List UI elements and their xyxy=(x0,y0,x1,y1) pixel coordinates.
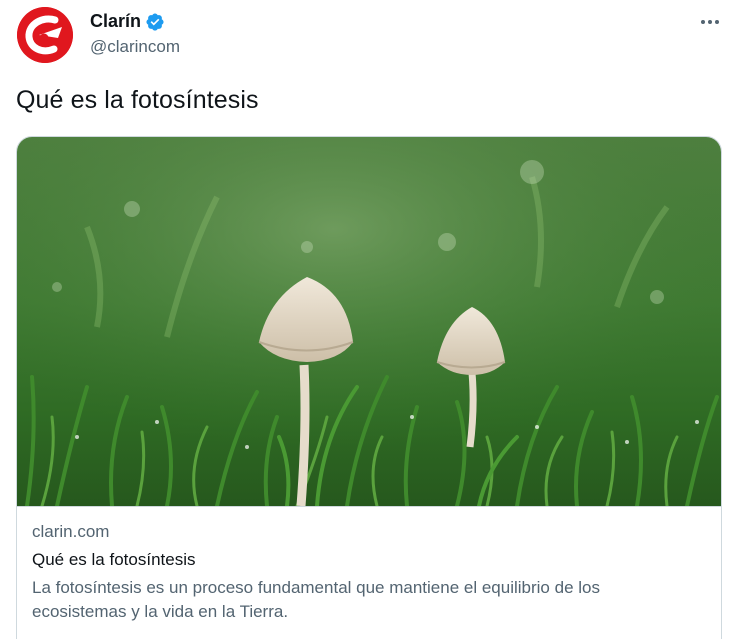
avatar[interactable] xyxy=(17,7,73,63)
clarin-logo-icon xyxy=(17,7,73,63)
more-horizontal-icon xyxy=(701,20,719,24)
author-display-name[interactable]: Clarín xyxy=(90,11,141,32)
author-name-row: Clarín xyxy=(90,11,165,32)
card-title: Qué es la fotosíntesis xyxy=(32,550,196,569)
tweet-text: Qué es la fotosíntesis xyxy=(16,86,259,114)
mushrooms-in-grass-photo xyxy=(17,137,721,506)
card-image[interactable] xyxy=(17,137,721,507)
card-domain: clarin.com xyxy=(32,522,110,541)
tweet: Clarín @clarincom Qué es la fotosíntesis xyxy=(0,0,747,639)
card-meta: clarin.com Qué es la fotosíntesis La fot… xyxy=(17,507,721,638)
author-handle[interactable]: @clarincom xyxy=(90,37,180,57)
card-description: La fotosíntesis es un proceso fundamenta… xyxy=(32,578,600,621)
link-card[interactable]: clarin.com Qué es la fotosíntesis La fot… xyxy=(16,136,722,639)
verified-badge-icon xyxy=(145,12,165,32)
more-options-button[interactable] xyxy=(690,6,730,38)
